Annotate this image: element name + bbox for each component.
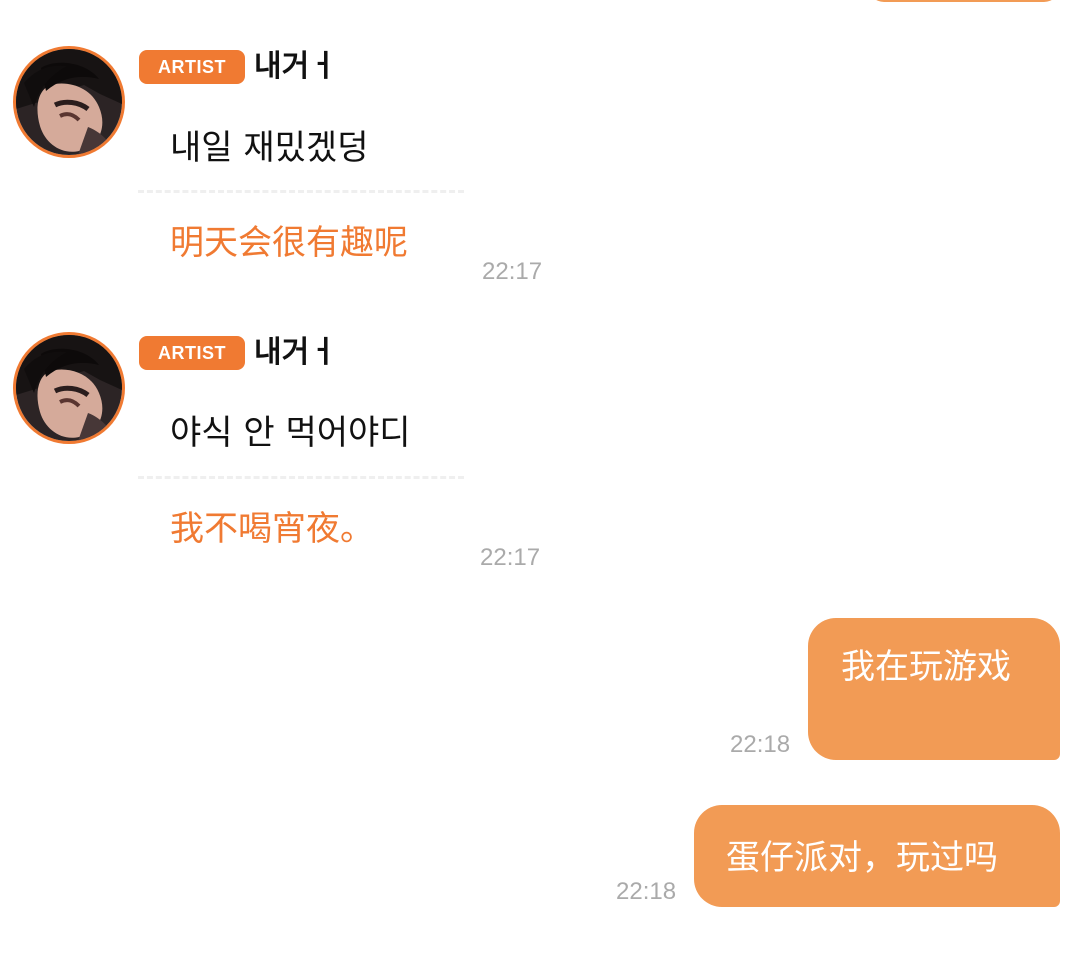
artist-name: 내거ㅓ (254, 335, 337, 370)
artist-message-original: 내일 재밌겠덩 (170, 128, 369, 168)
artist-message-original: 야식 안 먹어야디 (170, 413, 411, 453)
artist-avatar[interactable] (13, 46, 125, 158)
user-message-text: 蛋仔派对，玩过吗 (726, 838, 998, 878)
artist-message-translation: 明天会很有趣呢 (170, 223, 408, 263)
message-timestamp: 22:17 (482, 258, 543, 285)
artist-badge: ARTIST (139, 50, 245, 84)
user-message-text: 我在玩游戏 (841, 647, 1011, 687)
artist-name: 내거ㅓ (254, 49, 337, 84)
artist-avatar-icon (16, 335, 122, 441)
previous-user-message-bubble-edge (868, 0, 1060, 2)
translation-divider (138, 476, 464, 479)
message-timestamp: 22:18 (616, 878, 677, 905)
artist-avatar-icon (16, 49, 122, 155)
artist-avatar[interactable] (13, 332, 125, 444)
artist-message-translation: 我不喝宵夜。 (170, 509, 374, 549)
message-timestamp: 22:18 (730, 731, 791, 758)
artist-badge: ARTIST (139, 336, 245, 370)
translation-divider (138, 190, 464, 193)
message-timestamp: 22:17 (480, 544, 541, 571)
user-message-bubble[interactable]: 我在玩游戏 (808, 618, 1060, 760)
user-message-bubble[interactable]: 蛋仔派对，玩过吗 (694, 805, 1060, 907)
